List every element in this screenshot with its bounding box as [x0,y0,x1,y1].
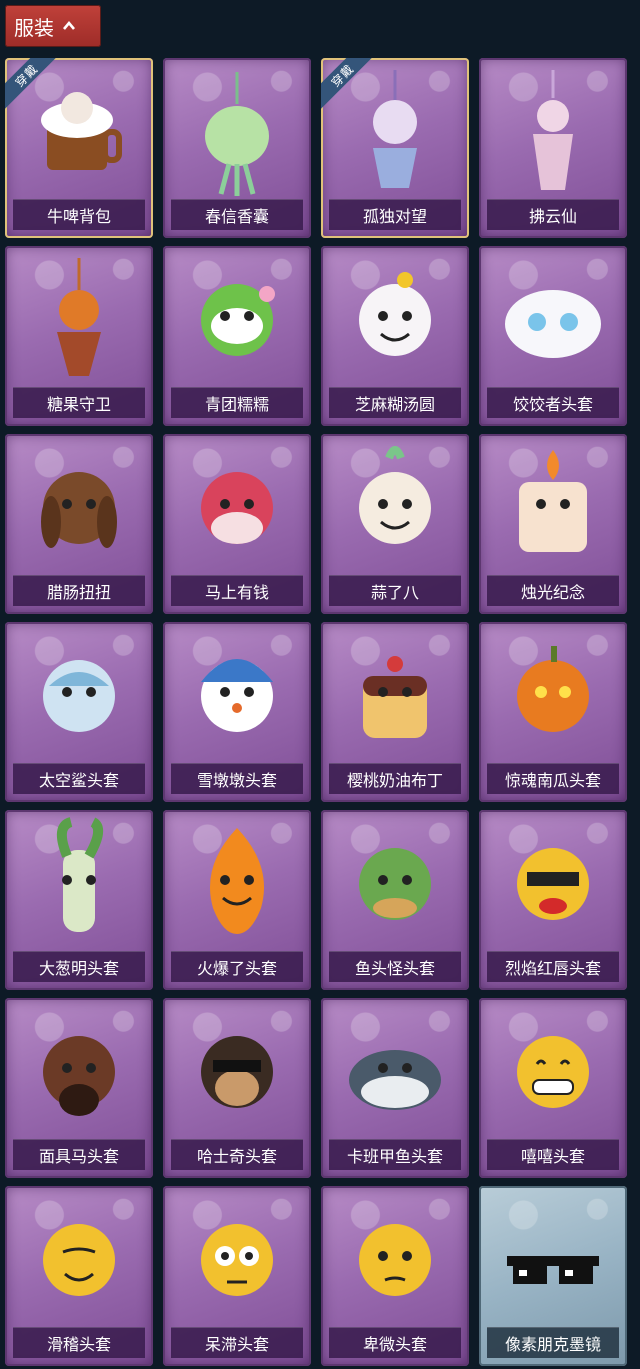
costume-card[interactable]: 烈焰红唇头套 [479,810,627,990]
costume-card[interactable]: 惊魂南瓜头套 [479,622,627,802]
costume-name: 卡班甲鱼头套 [329,1139,461,1170]
costume-card[interactable]: 穿戴 牛啤背包 [5,58,153,238]
costume-name: 拂云仙 [487,199,619,230]
costume-name: 鱼头怪头套 [329,951,461,982]
costume-card[interactable]: 拂云仙 [479,58,627,238]
sachet-pendant-icon [205,72,269,196]
costume-name: 芝麻糊汤圆 [329,387,461,418]
costume-name: 牛啤背包 [13,199,145,230]
costume-name: 腊肠扭扭 [13,575,145,606]
yellow-lips-head-icon [517,848,589,920]
costume-name: 像素朋克墨镜 [487,1327,619,1358]
costume-name: 孤独对望 [329,199,461,230]
costume-name: 面具马头套 [13,1139,145,1170]
fairy-pendant-icon [533,70,573,190]
costume-card[interactable]: 蒜了八 [321,434,469,614]
pixel-sunglasses-icon [507,1256,599,1284]
category-title: 服装 [14,15,54,40]
scallion-head-icon [56,817,104,932]
timid-emoji-head-icon [359,1224,431,1296]
smirk-emoji-head-icon [43,1224,115,1296]
grin-emoji-head-icon [517,1036,589,1108]
costume-name: 蒜了八 [329,575,461,606]
costume-card[interactable]: 太空鲨头套 [5,622,153,802]
horse-mask-head-icon [43,1036,115,1116]
costume-card[interactable]: 青团糯糯 [163,246,311,426]
horse-head-icon [201,472,273,544]
costume-name: 火爆了头套 [171,951,303,982]
costume-name: 太空鲨头套 [13,763,145,794]
costume-card[interactable]: 呆滞头套 [163,1186,311,1366]
costume-card[interactable]: 卑微头套 [321,1186,469,1366]
costume-card[interactable]: 腊肠扭扭 [5,434,153,614]
costume-category-toggle[interactable]: 服装 [5,5,101,47]
costume-card[interactable]: 马上有钱 [163,434,311,614]
costume-name: 樱桃奶油布丁 [329,763,461,794]
costume-name: 嘻嘻头套 [487,1139,619,1170]
costume-name: 卑微头套 [329,1327,461,1358]
costume-name: 糖果守卫 [13,387,145,418]
doll-pendant-icon [373,70,417,188]
costume-name: 春信香囊 [171,199,303,230]
green-rice-ball-head-icon [201,284,275,356]
pumpkin-scarecrow-pendant-icon [57,258,101,376]
costume-card[interactable]: 芝麻糊汤圆 [321,246,469,426]
costume-name: 烛光纪念 [487,575,619,606]
costume-name: 马上有钱 [171,575,303,606]
chevron-up-icon [63,20,75,30]
dog-head-icon [41,472,117,548]
shark-head-icon [43,660,115,732]
costume-name: 大葱明头套 [13,951,145,982]
costume-card[interactable]: 滑稽头套 [5,1186,153,1366]
beer-mug-backpack-icon [41,92,122,170]
costume-card[interactable]: 面具马头套 [5,998,153,1178]
costume-card[interactable]: 樱桃奶油布丁 [321,622,469,802]
costume-card[interactable]: 糖果守卫 [5,246,153,426]
costume-card[interactable]: 哈士奇头套 [163,998,311,1178]
costume-card[interactable]: 大葱明头套 [5,810,153,990]
costume-name: 滑稽头套 [13,1327,145,1358]
costume-name: 哈士奇头套 [171,1139,303,1170]
turtle-head-icon [349,1050,441,1110]
costume-card[interactable]: 饺饺者头套 [479,246,627,426]
costume-card[interactable]: 春信香囊 [163,58,311,238]
costume-name: 烈焰红唇头套 [487,951,619,982]
dumpling-head-icon [359,272,431,356]
costume-card[interactable]: 穿戴 孤独对望 [321,58,469,238]
pudding-head-icon [363,656,427,738]
fire-head-icon [210,828,264,934]
husky-head-icon [201,1036,273,1108]
stunned-emoji-head-icon [201,1224,273,1296]
costume-card[interactable]: 卡班甲鱼头套 [321,998,469,1178]
pumpkin-head-icon [517,646,589,732]
candle-head-icon [519,450,587,552]
costume-name: 饺饺者头套 [487,387,619,418]
garlic-head-icon [359,446,431,544]
snowman-head-icon [201,659,273,732]
fish-head-icon [359,848,431,920]
costume-name: 呆滞头套 [171,1327,303,1358]
costume-card[interactable]: 烛光纪念 [479,434,627,614]
costume-card[interactable]: 嘻嘻头套 [479,998,627,1178]
costume-card[interactable]: 雪墩墩头套 [163,622,311,802]
costume-card[interactable]: 像素朋克墨镜 [479,1186,627,1366]
costume-card[interactable]: 鱼头怪头套 [321,810,469,990]
cloud-dumpling-head-icon [505,290,601,358]
costume-card[interactable]: 火爆了头套 [163,810,311,990]
costume-name: 雪墩墩头套 [171,763,303,794]
costume-name: 惊魂南瓜头套 [487,763,619,794]
costume-grid: 穿戴 牛啤背包 春信香囊 穿戴 孤独对望 拂云仙糖果守卫 青团糯糯 芝麻糊汤圆 饺饺者头套腊肠扭… [5,58,627,1366]
costume-name: 青团糯糯 [171,387,303,418]
